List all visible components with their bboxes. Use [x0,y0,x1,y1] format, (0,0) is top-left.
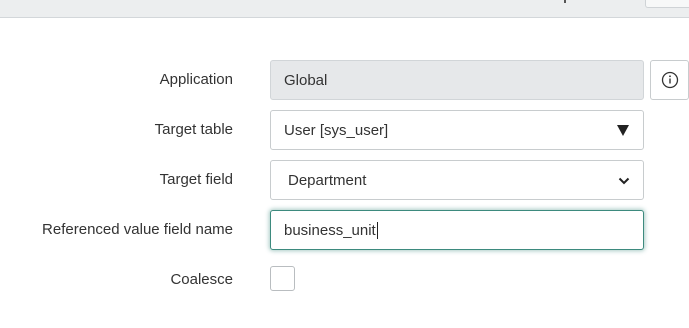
application-value: Global [284,71,328,89]
text-cursor [376,221,378,239]
target-field-label: Target field [159,171,233,188]
application-field: Global [270,60,644,100]
application-label: Application [159,71,233,88]
referenced-value-field-name-value: business_unit [284,221,376,239]
referenced-value-field-name-label: Referenced value field name [42,221,233,238]
target-table-label: Target table [154,121,233,138]
target-table-select[interactable]: User [sys_user] [270,110,644,150]
top-bar-marker [564,0,566,3]
chevron-down-icon [618,177,630,185]
target-field-select[interactable]: Department [270,160,644,200]
target-field-value: Department [288,171,367,189]
info-icon [661,71,678,89]
triangle-down-icon [617,125,629,136]
coalesce-label: Coalesce [170,271,233,288]
referenced-value-field-name-input[interactable]: business_unit [270,210,644,250]
info-button[interactable] [650,60,689,100]
target-table-value: User [sys_user] [284,121,389,139]
top-bar-button[interactable] [645,0,689,8]
coalesce-checkbox[interactable] [270,266,295,291]
top-bar [0,0,689,18]
